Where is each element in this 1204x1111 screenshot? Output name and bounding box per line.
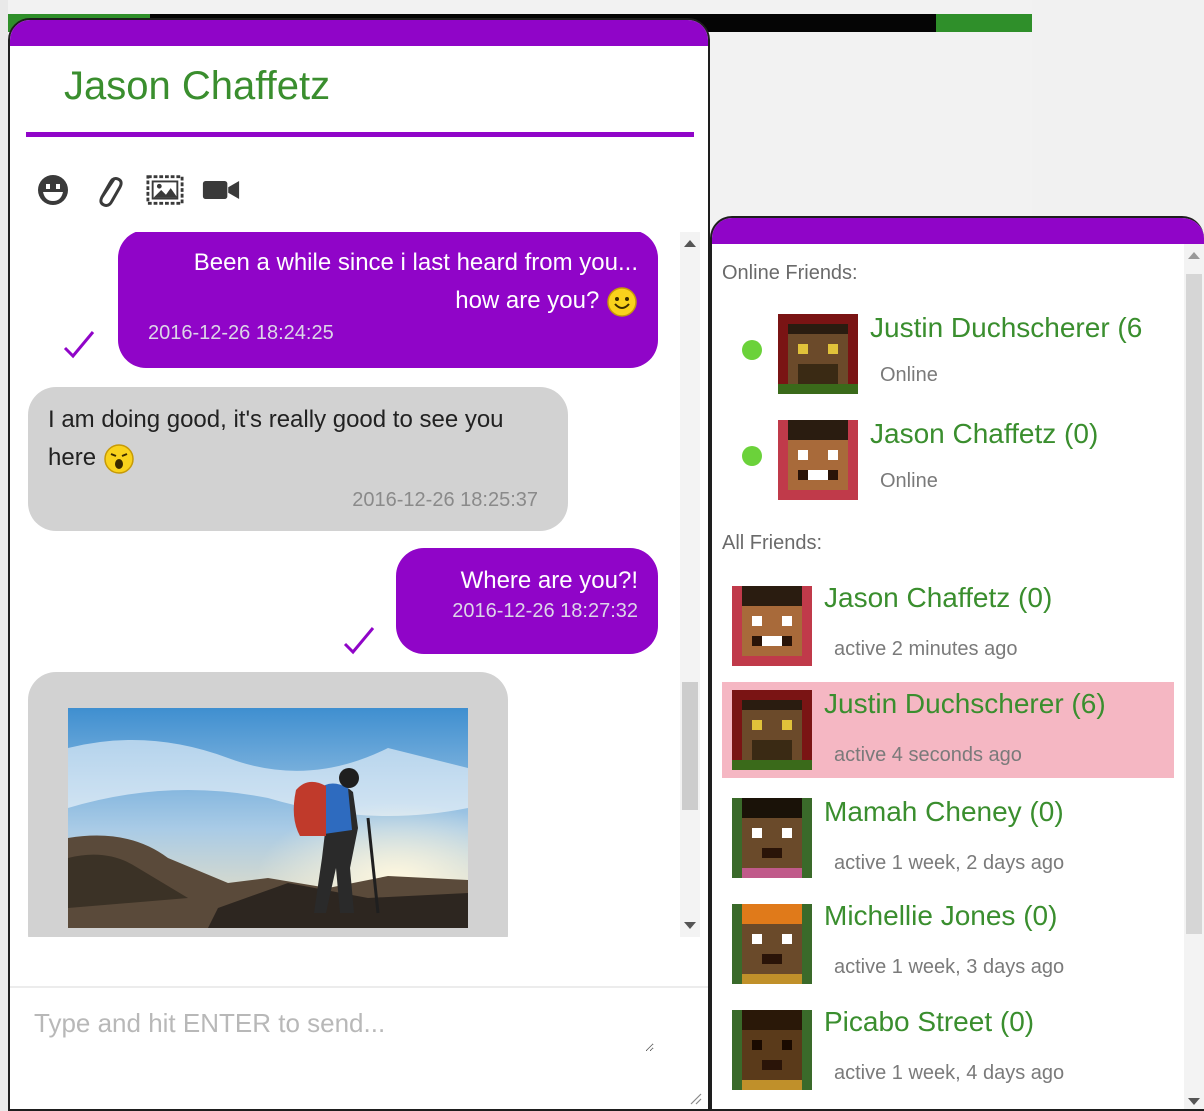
chat-title: Jason Chaffetz — [64, 64, 331, 108]
surprised-emoji-icon — [103, 443, 134, 474]
video-camera-icon[interactable] — [202, 171, 240, 209]
friend-status: Online — [880, 470, 938, 492]
message-input[interactable] — [34, 1008, 654, 1052]
friend-list-item[interactable]: Picabo Street (0) active 1 week, 4 days … — [712, 1002, 1174, 1098]
message-text: I am doing good, it's really good to see… — [48, 406, 504, 433]
title-divider — [26, 132, 694, 137]
outgoing-message: Been a while since i last heard from you… — [118, 232, 658, 368]
incoming-message: I am doing good, it's really good to see… — [28, 387, 568, 531]
friends-panel: Online Friends: Justin Duchscherer (6 On… — [710, 216, 1204, 1111]
background-green-bar-right — [936, 14, 1032, 32]
message-timestamp: 2016-12-26 18:24:25 — [148, 322, 334, 344]
outgoing-message: Where are you?! 2016-12-26 18:27:32 — [396, 548, 658, 654]
online-status-dot — [742, 446, 762, 466]
friend-status: active 1 week, 2 days ago — [834, 852, 1065, 874]
incoming-image-message — [28, 672, 508, 937]
avatar — [778, 420, 858, 500]
friend-status: active 1 week, 4 days ago — [834, 1062, 1065, 1084]
avatar — [732, 690, 812, 770]
image-icon[interactable] — [146, 171, 184, 209]
read-checkmark-icon — [63, 331, 95, 359]
friend-list-item[interactable]: Michellie Jones (0) active 1 week, 3 day… — [712, 896, 1174, 992]
message-timestamp: 2016-12-26 18:25:37 — [352, 489, 538, 511]
paperclip-icon[interactable] — [90, 171, 128, 209]
hiker-photo[interactable] — [68, 708, 468, 928]
scroll-down-arrow-icon[interactable] — [1188, 1098, 1200, 1105]
friend-status: active 4 seconds ago — [834, 744, 1022, 766]
avatar — [732, 904, 812, 984]
resize-grip-icon[interactable] — [688, 1091, 702, 1105]
message-text: Where are you?! — [460, 567, 638, 594]
friends-panel-header-bar[interactable] — [712, 218, 1204, 244]
message-text-line2: here — [48, 439, 548, 477]
chat-window-header-bar[interactable] — [10, 20, 708, 46]
scroll-up-arrow-icon[interactable] — [684, 240, 696, 247]
friend-name: Jason Chaffetz (0) — [870, 418, 1099, 449]
all-friends-label: All Friends: — [722, 532, 823, 554]
friend-name: Picabo Street (0) — [824, 1006, 1035, 1037]
friend-name: Mamah Cheney (0) — [824, 796, 1064, 827]
message-timestamp: 2016-12-26 18:27:32 — [452, 600, 638, 622]
friend-list-item-highlighted[interactable]: Justin Duchscherer (6) active 4 seconds … — [722, 682, 1174, 778]
scrollbar-thumb[interactable] — [1186, 274, 1202, 934]
online-friend-item[interactable]: Justin Duchscherer (6 Online — [712, 310, 1174, 406]
smile-emoji-icon — [607, 286, 637, 317]
avatar — [778, 314, 858, 394]
scroll-up-arrow-icon[interactable] — [1188, 252, 1200, 259]
message-text: Been a while since i last heard from you… — [193, 249, 638, 276]
friend-name: Michellie Jones (0) — [824, 900, 1058, 931]
online-friends-label: Online Friends: — [722, 262, 858, 284]
scrollbar-thumb[interactable] — [682, 682, 698, 810]
message-list[interactable]: Been a while since i last heard from you… — [10, 232, 700, 937]
friend-name: Justin Duchscherer (6) — [824, 688, 1106, 719]
smiley-icon[interactable] — [34, 171, 72, 209]
read-checkmark-icon — [343, 627, 375, 655]
chat-toolbar — [34, 170, 240, 210]
friend-status: active 1 week, 3 days ago — [834, 956, 1065, 978]
friend-status: active 2 minutes ago — [834, 638, 1018, 660]
friend-name: Justin Duchscherer (6 — [870, 312, 1143, 343]
message-scrollbar[interactable] — [680, 232, 700, 937]
avatar — [732, 586, 812, 666]
friend-status: Online — [880, 364, 938, 386]
online-friend-item[interactable]: Jason Chaffetz (0) Online — [712, 416, 1174, 512]
scroll-down-arrow-icon[interactable] — [684, 922, 696, 929]
message-text-line2: how are you? — [138, 282, 638, 320]
friend-name: Jason Chaffetz (0) — [824, 582, 1053, 613]
avatar — [732, 798, 812, 878]
background-left-strip — [0, 0, 8, 1111]
avatar — [732, 1010, 812, 1090]
friend-list-item[interactable]: Jason Chaffetz (0) active 2 minutes ago — [712, 578, 1174, 674]
chat-window: Jason Chaffetz Been a while since i last… — [8, 18, 710, 1111]
friend-list-item[interactable]: Mamah Cheney (0) active 1 week, 2 days a… — [712, 790, 1174, 886]
friends-scrollbar[interactable] — [1184, 244, 1204, 1109]
composer-divider — [10, 986, 708, 988]
online-status-dot — [742, 340, 762, 360]
